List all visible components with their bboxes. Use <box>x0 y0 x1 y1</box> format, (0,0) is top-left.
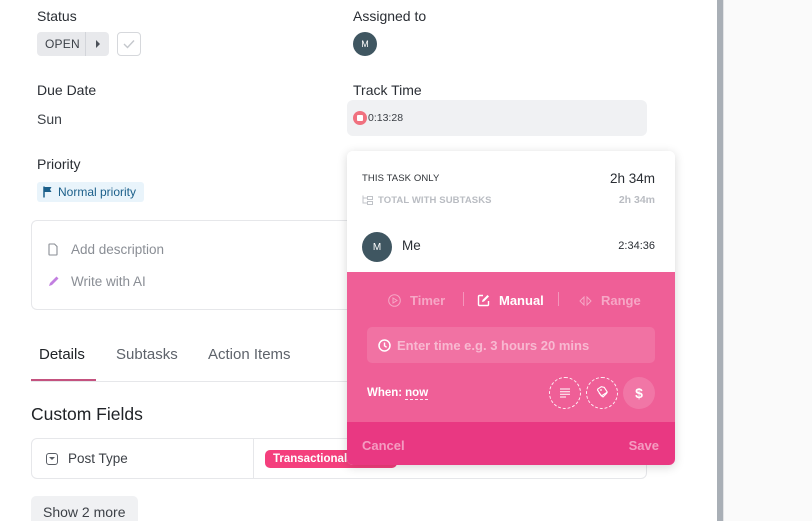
show-more-button[interactable]: Show 2 more <box>31 496 138 521</box>
mode-timer[interactable]: Timer <box>388 293 445 308</box>
write-with-ai-button[interactable]: Write with AI <box>46 274 146 289</box>
mode-divider <box>463 292 464 306</box>
notes-icon <box>560 388 570 398</box>
tab-details[interactable]: Details <box>39 346 85 363</box>
dropdown-field-icon <box>46 452 58 465</box>
priority-badge[interactable]: Normal priority <box>37 182 145 202</box>
entry-duration[interactable]: 2:34:36 <box>618 240 655 252</box>
track-time-field[interactable]: 0:13:28 <box>347 100 647 136</box>
total-subtasks-value: 2h 34m <box>618 194 655 206</box>
tab-action-items[interactable]: Action Items <box>208 346 291 363</box>
entry-avatar: M <box>362 232 392 262</box>
add-tags-button[interactable] <box>586 377 618 409</box>
status-next-button[interactable] <box>86 40 109 48</box>
clock-icon <box>378 338 391 352</box>
when-label: When: <box>367 387 403 399</box>
mode-divider <box>558 292 559 306</box>
mode-manual-label: Manual <box>499 293 544 308</box>
range-icon <box>579 295 592 306</box>
document-icon <box>48 243 58 256</box>
tag-icon <box>596 386 609 398</box>
subtasks-icon <box>362 195 373 205</box>
track-time-label: Track Time <box>353 82 422 98</box>
custom-field-name-text: Post Type <box>68 451 128 466</box>
edit-icon <box>477 294 490 307</box>
running-time: 0:13:28 <box>368 112 404 124</box>
add-note-button[interactable] <box>549 377 581 409</box>
time-entry-input-wrapper[interactable] <box>367 327 655 363</box>
due-date-value[interactable]: Sun <box>37 111 62 127</box>
time-entry-input[interactable] <box>397 337 647 353</box>
add-description-button[interactable]: Add description <box>46 242 164 257</box>
stop-timer-icon[interactable] <box>353 111 367 125</box>
time-summary: THIS TASK ONLY 2h 34m TOTAL WITH SUBTASK… <box>347 151 675 272</box>
description-box[interactable]: Add description Write with AI <box>31 220 361 310</box>
total-subtasks-row: TOTAL WITH SUBTASKS <box>362 195 492 206</box>
time-entry-form: Timer Manual Range When:now $ <box>347 272 675 422</box>
total-subtasks-label: TOTAL WITH SUBTASKS <box>378 195 492 206</box>
dollar-icon: $ <box>635 385 643 401</box>
pencil-icon <box>48 276 58 286</box>
status-value: OPEN <box>45 37 80 51</box>
mode-range[interactable]: Range <box>579 293 641 308</box>
add-description-text: Add description <box>71 242 165 257</box>
tab-subtasks[interactable]: Subtasks <box>116 346 178 363</box>
status-label: Status <box>37 8 77 24</box>
this-task-value: 2h 34m <box>609 171 655 186</box>
mark-complete-button[interactable] <box>117 32 141 56</box>
entry-user-name: Me <box>402 238 421 253</box>
status-dropdown[interactable]: OPEN <box>37 32 109 56</box>
priority-label: Priority <box>37 156 81 172</box>
active-tab-indicator <box>31 379 96 381</box>
detail-tabs: Details Subtasks Action Items <box>31 340 351 382</box>
mode-manual[interactable]: Manual <box>477 293 544 308</box>
caret-right-icon <box>95 40 100 48</box>
custom-field-divider <box>253 439 254 478</box>
custom-field-name: Post Type <box>46 451 128 466</box>
mode-range-label: Range <box>601 293 641 308</box>
priority-value: Normal priority <box>58 185 137 199</box>
popover-footer: Cancel Save <box>347 422 675 465</box>
right-panel <box>723 0 812 521</box>
write-with-ai-text: Write with AI <box>71 274 146 289</box>
custom-fields-title: Custom Fields <box>31 404 143 424</box>
billable-button[interactable]: $ <box>623 377 655 409</box>
mode-timer-label: Timer <box>410 293 446 308</box>
cancel-button[interactable]: Cancel <box>362 438 405 453</box>
play-circle-icon <box>388 294 401 307</box>
flag-icon <box>43 186 52 198</box>
assignee-avatar[interactable]: M <box>353 32 377 56</box>
this-task-label: THIS TASK ONLY <box>362 173 440 184</box>
assigned-label: Assigned to <box>353 8 427 24</box>
check-icon <box>123 40 135 49</box>
save-button[interactable]: Save <box>629 438 659 453</box>
time-tracking-popover: THIS TASK ONLY 2h 34m TOTAL WITH SUBTASK… <box>347 151 675 465</box>
due-date-label: Due Date <box>37 82 97 98</box>
when-value[interactable]: now <box>405 387 429 400</box>
when-selector[interactable]: When: now <box>367 387 429 400</box>
